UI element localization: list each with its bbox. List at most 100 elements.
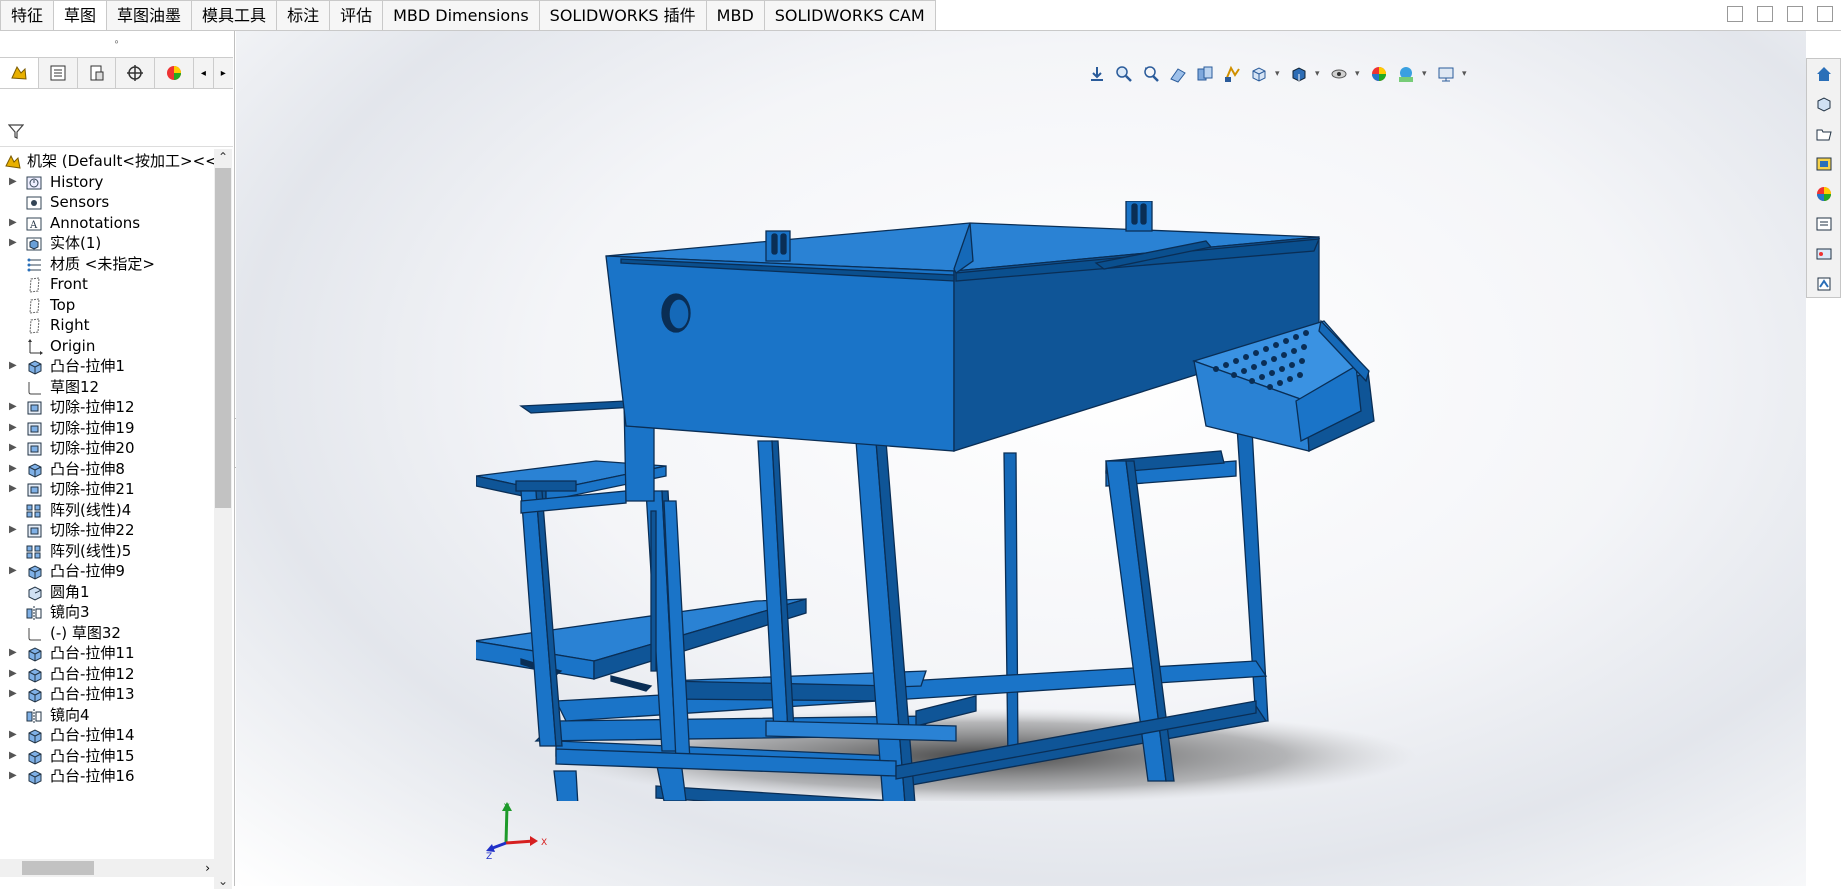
close-icon[interactable] bbox=[1817, 6, 1833, 22]
tab-5[interactable]: 评估 bbox=[330, 0, 384, 31]
rebuild-view-icon[interactable] bbox=[1221, 64, 1243, 84]
task-pane bbox=[1806, 58, 1841, 298]
zoom-to-fit-icon[interactable] bbox=[1086, 64, 1108, 84]
boss-extrude-icon bbox=[26, 645, 44, 662]
tree-item-label: 凸台-拉伸16 bbox=[50, 767, 135, 785]
tab-7[interactable]: SOLIDWORKS 插件 bbox=[539, 0, 707, 31]
annotations-icon: A bbox=[26, 215, 44, 231]
panel-tabs-scroll-right-icon[interactable]: ▸ bbox=[214, 58, 233, 88]
section-view-icon[interactable] bbox=[1167, 64, 1189, 84]
tree-filter[interactable] bbox=[0, 115, 233, 147]
scroll-up-icon[interactable]: ⌃ bbox=[214, 149, 232, 165]
plane-icon bbox=[26, 317, 44, 334]
panel-tabs: ◂ ▸ bbox=[0, 57, 233, 89]
tile-right-icon[interactable] bbox=[1757, 6, 1773, 22]
view-palette-icon[interactable] bbox=[1807, 149, 1840, 179]
restore-icon[interactable] bbox=[1787, 6, 1803, 22]
display-style-icon[interactable] bbox=[1288, 64, 1310, 84]
apply-scene-dropdown-icon[interactable]: ▾ bbox=[1422, 69, 1430, 79]
dynamic-annotation-icon[interactable] bbox=[1194, 64, 1216, 84]
cut-extrude-icon bbox=[26, 399, 44, 415]
view-settings-dropdown-icon[interactable]: ▾ bbox=[1462, 69, 1470, 79]
hide-show-items-icon[interactable] bbox=[1328, 64, 1350, 84]
configuration-manager-tab-icon[interactable] bbox=[78, 58, 117, 88]
previous-view-icon[interactable] bbox=[1140, 64, 1162, 84]
dimxpert-tab-icon[interactable] bbox=[116, 58, 156, 88]
tab-3[interactable]: 模具工具 bbox=[192, 0, 278, 31]
hide-show-dropdown-icon[interactable]: ▾ bbox=[1355, 69, 1363, 79]
scroll-thumb[interactable] bbox=[215, 168, 231, 508]
x-axis-line bbox=[505, 839, 535, 845]
window-controls bbox=[1727, 6, 1833, 22]
x-axis-label: X bbox=[541, 838, 547, 848]
boss-extrude-icon bbox=[26, 768, 44, 785]
solidworks-forum-icon[interactable] bbox=[1807, 239, 1840, 269]
boss-extrude-icon bbox=[26, 748, 44, 765]
z-axis-label: Z bbox=[486, 852, 492, 861]
cam-tree-icon[interactable] bbox=[1807, 269, 1840, 299]
panel-grip[interactable]: ∘ bbox=[0, 31, 233, 55]
design-library-icon[interactable] bbox=[1807, 89, 1840, 119]
graphics-area[interactable]: ▾ ▾ ▾ ▾ ▾ Y X Z bbox=[236, 31, 1806, 886]
cut-extrude-icon bbox=[26, 440, 44, 456]
mirror-icon bbox=[26, 707, 44, 723]
feature-manager-tab-icon[interactable] bbox=[0, 58, 39, 88]
scroll-down-icon[interactable]: ⌄ bbox=[214, 873, 232, 889]
view-settings-icon[interactable] bbox=[1435, 64, 1457, 84]
command-manager-tabbar: 特征 草图 草图油墨 模具工具 标注 评估 MBD Dimensions SOLIDWORKS… bbox=[0, 0, 1841, 31]
model-3d-frame[interactable] bbox=[476, 201, 1426, 801]
fillet-icon bbox=[26, 584, 44, 601]
boss-extrude-icon bbox=[26, 686, 44, 703]
cut-extrude-icon bbox=[26, 420, 44, 436]
display-manager-tab-icon[interactable] bbox=[155, 58, 195, 88]
tile-left-icon[interactable] bbox=[1727, 6, 1743, 22]
tree-item[interactable]: ▶ 凸台-拉伸16 bbox=[0, 764, 214, 788]
tree-horizontal-scrollbar[interactable]: › bbox=[0, 859, 214, 877]
linear-pattern-icon bbox=[26, 543, 44, 559]
tab-4[interactable]: 标注 bbox=[277, 0, 331, 31]
filter-icon[interactable] bbox=[7, 123, 25, 143]
svg-text:A: A bbox=[29, 220, 38, 231]
history-icon bbox=[26, 174, 44, 190]
home-icon[interactable] bbox=[1807, 59, 1840, 89]
plane-icon bbox=[26, 276, 44, 293]
mirror-icon bbox=[26, 604, 44, 620]
cut-extrude-icon bbox=[26, 481, 44, 497]
tab-8[interactable]: MBD bbox=[706, 0, 765, 31]
tab-9[interactable]: SOLIDWORKS CAM bbox=[764, 0, 936, 31]
zoom-to-area-icon[interactable] bbox=[1113, 64, 1135, 84]
heads-up-view-toolbar: ▾ ▾ ▾ ▾ ▾ bbox=[1086, 64, 1470, 84]
file-explorer-icon[interactable] bbox=[1807, 119, 1840, 149]
boss-extrude-icon bbox=[26, 358, 44, 375]
appearances-icon[interactable] bbox=[1807, 179, 1840, 209]
tab-1[interactable]: 草图 bbox=[54, 0, 108, 31]
linear-pattern-icon bbox=[26, 502, 44, 518]
tab-6[interactable]: MBD Dimensions bbox=[383, 0, 540, 31]
tab-2[interactable]: 草图油墨 bbox=[107, 0, 193, 31]
command-tabs: 特征 草图 草图油墨 模具工具 标注 评估 MBD Dimensions SOLIDWORKS… bbox=[0, 0, 936, 31]
boss-extrude-icon bbox=[26, 666, 44, 683]
property-manager-tab-icon[interactable] bbox=[39, 58, 78, 88]
scroll-right-icon[interactable]: › bbox=[205, 859, 210, 877]
edit-appearance-icon[interactable] bbox=[1368, 64, 1390, 84]
custom-properties-icon[interactable] bbox=[1807, 209, 1840, 239]
origin-icon bbox=[26, 338, 44, 355]
expand-arrow-icon[interactable]: ▶ bbox=[9, 764, 17, 788]
part-icon bbox=[4, 153, 22, 169]
view-orientation-dropdown-icon[interactable]: ▾ bbox=[1275, 69, 1283, 79]
plane-icon bbox=[26, 297, 44, 314]
panel-tabs-scroll-left-icon[interactable]: ◂ bbox=[194, 58, 214, 88]
sensors-icon bbox=[26, 194, 44, 210]
view-orientation-icon[interactable] bbox=[1248, 64, 1270, 84]
apply-scene-icon[interactable] bbox=[1395, 64, 1417, 84]
tab-0[interactable]: 特征 bbox=[0, 0, 55, 31]
hscroll-thumb[interactable] bbox=[22, 861, 94, 875]
boss-extrude-icon bbox=[26, 727, 44, 744]
sketch-icon bbox=[26, 379, 44, 395]
display-style-dropdown-icon[interactable]: ▾ bbox=[1315, 69, 1323, 79]
sketch-icon bbox=[26, 625, 44, 641]
cut-extrude-icon bbox=[26, 522, 44, 538]
tree-vertical-scrollbar[interactable]: ⌃ ⌄ bbox=[214, 149, 232, 889]
solid-bodies-icon bbox=[26, 235, 44, 251]
material-icon bbox=[26, 256, 44, 272]
